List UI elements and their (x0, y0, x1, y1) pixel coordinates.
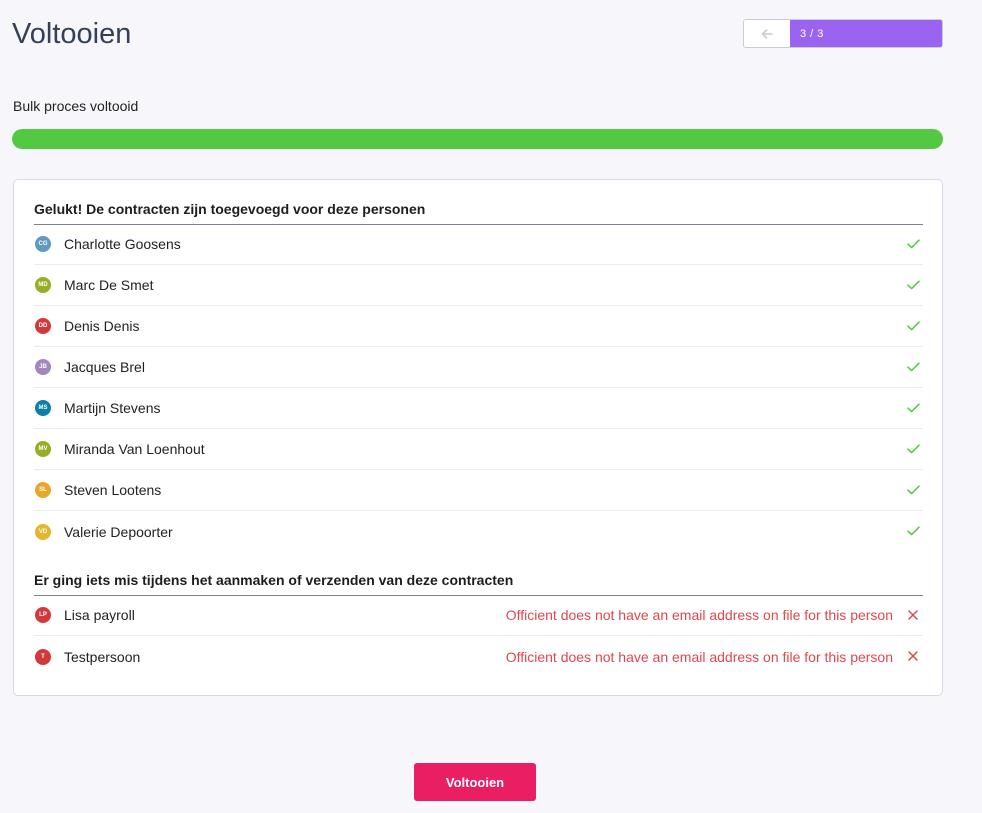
step-count: 3 / 3 (790, 20, 942, 47)
success-list: CG Charlotte Goosens MD Marc De Smet DD Denis… (34, 224, 923, 552)
avatar: LP (35, 607, 51, 623)
avatar: SL (35, 482, 51, 498)
success-status (905, 318, 921, 334)
success-status (905, 482, 921, 498)
person-name: Valerie Depoorter (64, 523, 173, 540)
error-status (905, 607, 921, 623)
step-indicator: 3 / 3 (743, 19, 943, 48)
finish-button[interactable]: Voltooien (414, 763, 536, 801)
person-name: Denis Denis (64, 318, 140, 334)
person-name: Steven Lootens (64, 482, 162, 498)
check-icon (906, 239, 920, 249)
arrow-left-icon (761, 28, 773, 39)
progress-label: Bulk proces voltooid (13, 98, 139, 114)
back-button[interactable] (744, 20, 790, 47)
success-person-row: CG Charlotte Goosens (34, 224, 923, 265)
success-status (905, 277, 921, 293)
error-message: Officient does not have an email address… (505, 607, 893, 623)
success-status (905, 441, 921, 457)
success-person-row: DD Denis Denis (34, 306, 923, 347)
avatar: MD (35, 277, 51, 293)
success-person-row: MD Marc De Smet (34, 265, 923, 306)
avatar: T (35, 648, 51, 665)
avatar: VD (35, 523, 51, 540)
page-title: Voltooien (12, 18, 132, 50)
check-icon (906, 362, 920, 372)
success-person-row: JB Jacques Brel (34, 347, 923, 388)
progress-fill (12, 129, 943, 149)
avatar: MS (35, 400, 51, 416)
person-name: Lisa payroll (64, 607, 135, 623)
error-message: Officient does not have an email address… (505, 648, 893, 665)
success-status (905, 236, 921, 252)
check-icon (906, 321, 920, 331)
error-person-row: LP Lisa payroll Officient does not have an… (34, 595, 923, 636)
success-status (905, 359, 921, 375)
success-heading: Gelukt! De contracten zijn toegevoegd vo… (34, 201, 923, 225)
success-person-row: MS Martijn Stevens (34, 388, 923, 429)
person-name: Marc De Smet (64, 277, 154, 293)
error-person-row: T Testpersoon Officient does not have an e… (34, 636, 923, 677)
error-status (905, 648, 921, 664)
progress-bar (12, 129, 943, 149)
person-name: Testpersoon (64, 648, 141, 665)
person-name: Charlotte Goosens (64, 236, 181, 252)
check-icon (906, 526, 920, 536)
check-icon (906, 280, 920, 290)
person-name: Miranda Van Loenhout (64, 441, 205, 457)
success-person-row: MV Miranda Van Loenhout (34, 429, 923, 470)
error-heading: Er ging iets mis tijdens het aanmaken of… (34, 572, 923, 596)
person-name: Jacques Brel (64, 359, 145, 375)
success-person-row: SL Steven Lootens (34, 470, 923, 511)
success-status (905, 400, 921, 416)
check-icon (906, 485, 920, 495)
avatar: MV (35, 441, 51, 457)
avatar: DD (35, 318, 51, 334)
avatar: JB (35, 359, 51, 375)
check-icon (906, 403, 920, 413)
person-name: Martijn Stevens (64, 400, 161, 416)
cross-icon (908, 610, 918, 620)
avatar: CG (35, 236, 51, 252)
cross-icon (908, 651, 918, 661)
success-person-row: VD Valerie Depoorter (34, 511, 923, 552)
check-icon (906, 444, 920, 454)
error-list: LP Lisa payroll Officient does not have an… (34, 595, 923, 677)
success-status (905, 523, 921, 539)
results-card: Gelukt! De contracten zijn toegevoegd vo… (13, 179, 943, 696)
